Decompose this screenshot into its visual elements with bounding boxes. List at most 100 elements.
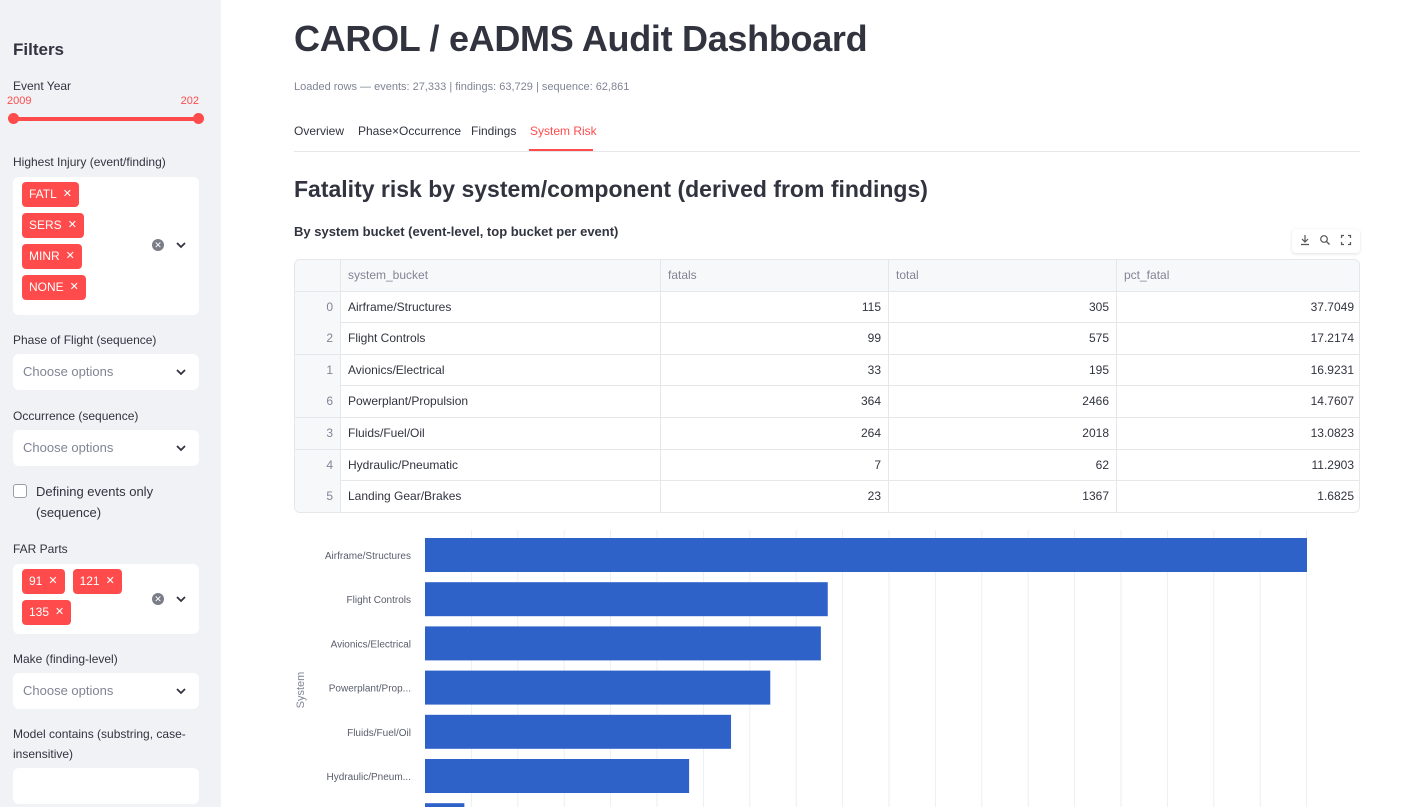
bar[interactable] [425, 626, 821, 661]
cell-total[interactable]: 195 [889, 354, 1117, 386]
tab-system-risk[interactable]: System Risk [530, 124, 597, 138]
cell-fatals[interactable]: 99 [661, 323, 889, 355]
remove-tag-icon[interactable]: ✕ [70, 275, 79, 300]
table-toolbar [1292, 229, 1360, 253]
phase-multiselect[interactable]: Choose options [13, 354, 199, 390]
column-header-fatals[interactable]: fatals [661, 260, 889, 291]
cell-total[interactable]: 305 [889, 291, 1117, 323]
row-index: 5 [295, 481, 341, 512]
model-contains-input[interactable] [13, 768, 199, 804]
cell-fatals[interactable]: 23 [661, 481, 889, 512]
highest-injury-multiselect[interactable]: FATL ✕ SERS ✕ MINR ✕ NONE ✕ ✕ [13, 177, 199, 315]
cell-pct-fatal[interactable]: 37.7049 [1117, 292, 1359, 323]
chevron-down-icon[interactable] [174, 238, 188, 252]
cell-pct-fatal[interactable]: 14.7607 [1117, 386, 1359, 417]
phase-placeholder: Choose options [23, 364, 114, 379]
cell-pct-fatal[interactable]: 13.0823 [1117, 418, 1359, 449]
sidebar-title: Filters [13, 40, 65, 59]
tag-label: MINR [29, 249, 60, 263]
remove-tag-icon[interactable]: ✕ [68, 213, 77, 238]
bar[interactable] [425, 759, 690, 793]
cell-pct-fatal[interactable]: 1.6825 [1117, 481, 1359, 512]
column-header-system-bucket[interactable]: system_bucket [341, 260, 661, 291]
bar-chart-svg[interactable]: System Airframe/Structures Flight Controls… [294, 530, 1360, 807]
cell-total[interactable]: 62 [889, 449, 1117, 481]
cell-total[interactable]: 575 [889, 323, 1117, 355]
occurrence-multiselect[interactable]: Choose options [13, 430, 199, 466]
table-row: 4 Hydraulic/Pneumatic 7 62 11.2903 [295, 449, 1359, 482]
cell-system-bucket[interactable]: Avionics/Electrical [341, 354, 661, 386]
cell-system-bucket[interactable]: Fluids/Fuel/Oil [341, 418, 661, 449]
tag-none: NONE ✕ [22, 275, 86, 300]
far-parts-multiselect[interactable]: 91 ✕ 121 ✕ 135 ✕ ✕ [13, 564, 199, 634]
defining-events-checkbox[interactable] [13, 484, 27, 498]
tab-overview[interactable]: Overview [294, 124, 344, 138]
cell-total[interactable]: 2466 [889, 386, 1117, 418]
fullscreen-icon[interactable] [1340, 234, 1354, 248]
tag-label: FATL [29, 187, 57, 201]
cell-system-bucket[interactable]: Powerplant/Propulsion [341, 386, 661, 418]
y-tick-label: Powerplant/Prop... [329, 684, 411, 695]
event-year-slider-track[interactable] [13, 117, 199, 121]
table-row: 2 Flight Controls 99 575 17.2174 [295, 323, 1359, 355]
highest-injury-label: Highest Injury (event/finding) [13, 155, 166, 169]
cell-system-bucket[interactable]: Landing Gear/Brakes [341, 481, 661, 512]
remove-tag-icon[interactable]: ✕ [106, 569, 115, 594]
cell-system-bucket[interactable]: Airframe/Structures [341, 291, 661, 323]
cell-total[interactable]: 2018 [889, 418, 1117, 449]
table-row: 1 Avionics/Electrical 33 195 16.9231 [295, 354, 1359, 387]
chevron-down-icon[interactable] [174, 592, 188, 606]
bar[interactable] [425, 582, 828, 617]
cell-fatals[interactable]: 33 [661, 354, 889, 386]
cell-pct-fatal[interactable]: 11.2903 [1117, 450, 1359, 481]
cell-total[interactable]: 1367 [889, 481, 1117, 512]
event-year-slider-min-handle[interactable] [8, 113, 19, 124]
far-parts-label: FAR Parts [13, 542, 68, 556]
bar[interactable] [425, 803, 465, 807]
occurrence-label: Occurrence (sequence) [13, 409, 139, 423]
chevron-down-icon[interactable] [174, 684, 188, 698]
main-content: CAROL / eADMS Audit Dashboard Loaded row… [221, 0, 1421, 807]
remove-tag-icon[interactable]: ✕ [66, 244, 75, 269]
y-tick-label: Avionics/Electrical [331, 639, 411, 650]
search-icon[interactable] [1319, 234, 1333, 248]
section-title: Fatality risk by system/component (deriv… [294, 176, 928, 202]
table-row: 6 Powerplant/Propulsion 364 2466 14.7607 [295, 386, 1359, 418]
tab-phase-occurrence[interactable]: Phase×Occurrence [358, 124, 461, 138]
tag-label: 135 [29, 605, 50, 619]
remove-tag-icon[interactable]: ✕ [48, 569, 57, 594]
event-year-min-value: 2009 [7, 95, 32, 107]
cell-fatals[interactable]: 115 [661, 291, 889, 323]
column-header-total[interactable]: total [889, 260, 1117, 291]
column-header-pct-fatal[interactable]: pct_fatal [1117, 260, 1359, 291]
tab-bar: Overview Phase×Occurrence Findings Syste… [294, 121, 1360, 152]
cell-pct-fatal[interactable]: 17.2174 [1117, 323, 1359, 354]
bar[interactable] [425, 670, 771, 705]
tab-findings[interactable]: Findings [471, 124, 516, 138]
event-year-slider-max-handle[interactable] [193, 113, 204, 124]
model-contains-label: Model contains (substring, case-insensit… [13, 727, 186, 761]
make-multiselect[interactable]: Choose options [13, 673, 199, 709]
cell-system-bucket[interactable]: Hydraulic/Pneumatic [341, 449, 661, 481]
cell-fatals[interactable]: 7 [661, 449, 889, 481]
tag-minr: MINR ✕ [22, 244, 82, 269]
system-risk-bar-chart[interactable]: System Airframe/Structures Flight Controls… [294, 530, 1360, 807]
bar[interactable] [425, 538, 1307, 572]
system-risk-table[interactable]: system_bucket fatals total pct_fatal 0 A… [294, 259, 1360, 513]
cell-fatals[interactable]: 364 [661, 386, 889, 418]
clear-all-icon[interactable]: ✕ [152, 593, 164, 605]
remove-tag-icon[interactable]: ✕ [63, 182, 72, 207]
cell-pct-fatal[interactable]: 16.9231 [1117, 355, 1359, 386]
column-header-index [295, 260, 341, 291]
chevron-down-icon[interactable] [174, 365, 188, 379]
cell-system-bucket[interactable]: Flight Controls [341, 323, 661, 355]
clear-all-icon[interactable]: ✕ [152, 239, 164, 251]
bar[interactable] [425, 714, 732, 749]
table-row: 0 Airframe/Structures 115 305 37.7049 [295, 291, 1359, 324]
download-icon[interactable] [1299, 234, 1313, 248]
loaded-rows-caption: Loaded rows — events: 27,333 | findings:… [294, 81, 630, 93]
row-index: 0 [295, 291, 341, 323]
chevron-down-icon[interactable] [174, 441, 188, 455]
remove-tag-icon[interactable]: ✕ [55, 600, 64, 625]
cell-fatals[interactable]: 264 [661, 418, 889, 449]
